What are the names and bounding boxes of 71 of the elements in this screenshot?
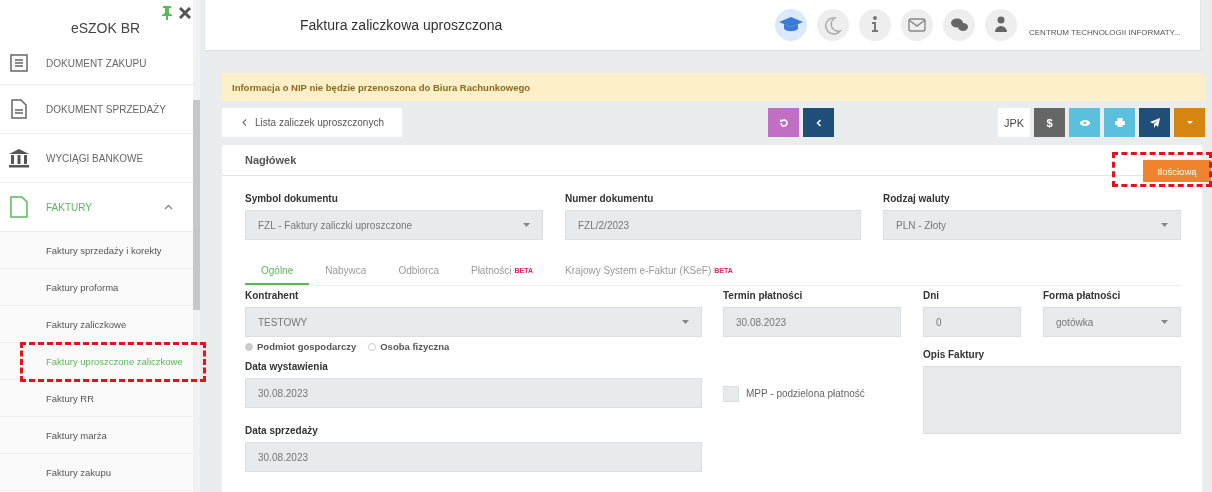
send-button[interactable] — [1139, 108, 1170, 137]
field-label: Data wystawienia — [245, 361, 329, 374]
select-field[interactable]: PLN - Złoty — [883, 210, 1181, 240]
company-name[interactable]: CENTRUM TECHNOLOGII INFORMATY... — [1029, 27, 1181, 37]
caret-icon — [523, 223, 530, 227]
document-icon — [8, 196, 30, 218]
list-icon — [8, 54, 30, 72]
field-label: Dni — [923, 290, 941, 303]
sidebar-subitem[interactable]: Faktury zakupu — [0, 454, 193, 491]
jpk-button[interactable]: JPK — [998, 108, 1030, 137]
date-field[interactable]: 30.08.2023 — [245, 442, 702, 472]
sidebar-subitem[interactable]: Faktury RR — [0, 380, 193, 417]
sidebar-subitem[interactable]: Faktury proforma — [0, 269, 193, 306]
app-title: eSZOK BR — [69, 20, 142, 36]
chat-icon[interactable] — [943, 9, 975, 41]
back-button[interactable]: Lista zaliczek uproszczonych — [222, 108, 402, 137]
radio-label: Podmiot gospodarczy — [257, 341, 357, 352]
select-field[interactable]: TESTOWY — [245, 307, 702, 337]
chevron-left-icon — [242, 119, 247, 126]
sidebar-subitem[interactable]: Faktury sprzedaży i korekty — [0, 232, 193, 269]
select-field[interactable]: gotówka — [1043, 307, 1181, 337]
description-field[interactable] — [923, 366, 1181, 434]
field-label: Forma płatności — [1043, 290, 1122, 303]
info-icon[interactable] — [859, 9, 891, 41]
graduation-cap-icon[interactable] — [775, 9, 807, 41]
field-label: Termin płatności — [723, 290, 804, 303]
chevron-left-icon — [815, 118, 822, 127]
bank-icon — [8, 148, 30, 168]
undo-icon — [778, 117, 789, 128]
undo-button[interactable] — [768, 108, 799, 137]
eye-icon — [1079, 119, 1090, 126]
pin-icon[interactable] — [161, 6, 173, 20]
date-field[interactable]: 30.08.2023 — [723, 307, 901, 337]
user-icon[interactable] — [985, 9, 1017, 41]
select-field[interactable]: FZL - Faktury zaliczki uproszczone — [245, 210, 543, 240]
menu-item[interactable]: Ilościową — [1143, 160, 1211, 182]
tab[interactable]: Odbiorca — [382, 258, 455, 285]
paper-plane-icon — [1149, 117, 1160, 128]
radio-label: Osoba fizyczna — [380, 341, 450, 352]
caret-icon — [1161, 320, 1168, 324]
moon-icon[interactable] — [817, 9, 849, 41]
info-banner: Informacja o NIP nie będzie przenoszona do Biura Rachunkowego — [222, 73, 1205, 101]
previous-button[interactable] — [803, 108, 834, 137]
tab[interactable]: Nabywca — [309, 258, 383, 285]
field-label: Opis Faktury — [923, 349, 986, 362]
tab[interactable]: Ogólne — [245, 258, 310, 285]
field-label: Data sprzedaży — [245, 425, 319, 438]
scrollbar-thumb[interactable] — [193, 100, 200, 310]
preview-button[interactable] — [1069, 108, 1100, 137]
caret-icon — [682, 320, 689, 324]
date-field[interactable]: 30.08.2023 — [245, 378, 702, 408]
input-field[interactable]: 0 — [923, 307, 1021, 337]
field-label: Rodzaj waluty — [883, 193, 951, 206]
sidebar-subitem[interactable]: Faktury uproszczone zaliczkowe — [0, 343, 193, 380]
radio-button[interactable] — [245, 342, 253, 351]
radio-button[interactable] — [368, 342, 377, 351]
page-title: Faktura zaliczkowa uproszczona — [300, 17, 504, 33]
sidebar-subitem[interactable]: Faktury marża — [0, 417, 193, 454]
document-icon — [8, 99, 30, 119]
field-label: Kontrahent — [245, 290, 300, 303]
caret-icon — [1186, 121, 1193, 124]
close-icon[interactable] — [179, 7, 191, 19]
field-label: Symbol dokumentu — [245, 193, 339, 206]
sidebar-subitem[interactable]: Faktury zaliczkowe — [0, 306, 193, 343]
field-label: Numer dokumentu — [565, 193, 655, 206]
caret-icon — [1161, 223, 1168, 227]
currency-button[interactable]: $ — [1034, 108, 1065, 137]
checkbox-label: MPP - podzielona płatność — [746, 388, 865, 399]
input-field[interactable]: FZL/2/2023 — [565, 210, 861, 240]
checkbox[interactable] — [723, 385, 739, 402]
mail-icon[interactable] — [901, 9, 933, 41]
